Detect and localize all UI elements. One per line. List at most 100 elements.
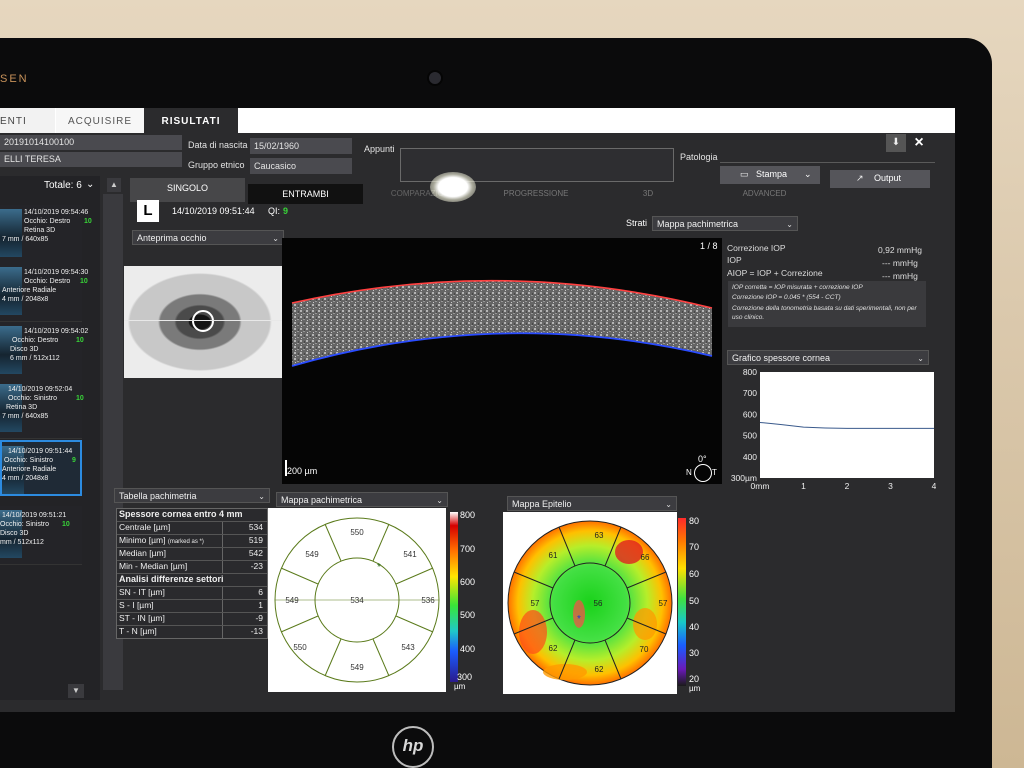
scroll-up-icon[interactable]: ▲ [107, 178, 121, 192]
y-tick-label: 400 [743, 452, 757, 462]
hp-logo: hp [392, 726, 434, 768]
epi-scale-label: 60 [689, 569, 700, 579]
x-tick-label: 2 [845, 481, 850, 491]
scan-size: 7 mm / 640x85 [2, 236, 49, 243]
pathology-field[interactable] [720, 148, 935, 163]
sector-header: Analisi differenze settori [117, 574, 267, 587]
row-value: 1 [258, 600, 263, 610]
pachy-scale-label: 400 [460, 644, 476, 654]
epi-scale-label: 50 [689, 596, 700, 606]
epi-min-marker: * [577, 614, 581, 625]
iop-note-2: Correzione IOP = 0.045 * (554 - CCT) [732, 294, 841, 301]
tab-advanced[interactable]: ADVANCED [702, 184, 827, 204]
layers-label: Strati [626, 218, 648, 228]
pachy-sector-it: 550 [293, 643, 307, 652]
epi-map-canvas: 56 63 66 57 70 62 62 57 61 * [503, 512, 677, 694]
scan-eye: Occhio: Destro [24, 218, 71, 225]
webcam [427, 70, 443, 86]
print-button[interactable]: ▭ Stampa ⌄ [720, 166, 820, 184]
pachy-sector-t: 549 [285, 596, 299, 605]
row-key: S - I [µm] [119, 600, 154, 610]
notes-label: Appunti [364, 144, 395, 154]
x-tick-label: 3 [888, 481, 893, 491]
pachy-table: Spessore cornea entro 4 mm Centrale [µm]… [116, 508, 268, 639]
table-row: T - N [µm] -13 [117, 626, 267, 638]
output-button[interactable]: ↗ Output [830, 170, 930, 188]
epi-sector-it: 62 [549, 644, 558, 653]
patient-id-field: 20191014100100 [0, 135, 182, 150]
layers-dropdown[interactable]: Mappa pachimetrica ⌄ [652, 216, 798, 231]
tab-patients[interactable]: ENTI [0, 108, 55, 133]
scan-qi: 10 [76, 395, 84, 402]
eye-preview-image [124, 266, 282, 378]
scan-item[interactable]: 14/10/2019 09:54:46 Occhio: Destro 10 Re… [0, 205, 92, 264]
scan-total-dropdown-icon[interactable]: ⌄ [86, 179, 94, 190]
scan-time: 14/10/2019 09:54:02 [24, 328, 89, 335]
chevron-down-icon: ⌄ [258, 492, 265, 501]
ethnic-group-field: Caucasico [250, 158, 352, 174]
scan-time: 14/10/2019 09:51:21 [2, 512, 67, 519]
scan-type: Retina 3D [24, 227, 56, 234]
tab-entrambi[interactable]: ENTRAMBI [248, 184, 363, 204]
pachy-scale-unit: µm [454, 682, 466, 691]
scan-eye: Occhio: Sinistro [0, 521, 50, 528]
scan-eye: Occhio: Destro [24, 278, 71, 285]
birth-date-label: Data di nascita [188, 140, 248, 150]
scroll-down-icon[interactable]: ▼ [68, 684, 84, 698]
epi-sector-i: 62 [595, 665, 604, 674]
tab-3d[interactable]: 3D [600, 184, 696, 204]
scan-size: 7 mm / 640x85 [2, 413, 49, 420]
scan-item[interactable]: 14/10/2019 09:54:02 Occhio: Destro 10 Di… [0, 322, 88, 381]
scan-eye: Occhio: Destro [12, 337, 59, 344]
epi-color-scale [678, 518, 686, 686]
pachy-map-svg: 534 550 541 536 543 549 550 549 549 * [274, 517, 440, 683]
row-note: (marked as *) [167, 539, 204, 545]
tab-acquire[interactable]: ACQUISIRE [56, 108, 144, 133]
pachy-table-dropdown[interactable]: Tabella pachimetria ⌄ [114, 488, 270, 503]
bscan-svg [291, 279, 713, 367]
pachy-map-dropdown[interactable]: Mappa pachimetrica ⌄ [276, 492, 448, 507]
row-value: 534 [248, 522, 263, 532]
row-value: 519 [248, 535, 263, 545]
pachy-scale-label: 700 [460, 544, 476, 554]
scan-datetime: 14/10/2019 09:51:44 [172, 206, 255, 216]
scan-item-selected[interactable]: 14/10/2019 09:51:44 Occhio: Sinistro 9 A… [0, 440, 82, 496]
epi-map-dropdown[interactable]: Mappa Epitelio ⌄ [507, 496, 677, 511]
orientation-t: T [712, 468, 717, 477]
scan-type: Anteriore Radiale [2, 287, 57, 294]
scan-qi: 9 [72, 457, 76, 464]
scan-type: Disco 3D [0, 530, 29, 537]
scan-item[interactable]: 14/10/2019 09:51:21 Occhio: Sinistro 10 … [0, 506, 82, 565]
scan-qi: 10 [62, 521, 70, 528]
tab-results[interactable]: RISULTATI [144, 108, 238, 133]
output-label: Output [874, 173, 902, 183]
tab-singolo[interactable]: SINGOLO [130, 178, 245, 202]
print-dropdown-icon[interactable]: ⌄ [804, 169, 812, 180]
scan-time: 14/10/2019 09:52:04 [8, 386, 73, 393]
pachy-sector-n: 536 [421, 596, 435, 605]
scan-type: Anteriore Radiale [2, 466, 57, 473]
row-key: Minimo [µm] (marked as *) [119, 535, 204, 545]
thickness-chart: 300µm4005006007008000mm 1 2 3 4 [731, 367, 936, 491]
row-key: SN - IT [µm] [119, 587, 165, 597]
iop-value: --- mmHg [882, 258, 918, 268]
chevron-down-icon: ⌄ [917, 354, 924, 363]
pachy-sector-sn: 541 [403, 550, 417, 559]
scan-item[interactable]: 14/10/2019 09:52:04 Occhio: Sinistro 10 … [0, 380, 84, 439]
x-tick-label: 4 [932, 481, 936, 491]
scan-qi: 10 [76, 337, 84, 344]
row-key: ST - IN [µm] [119, 613, 165, 623]
tab-progressione[interactable]: PROGRESSIONE [480, 184, 592, 204]
scan-item[interactable]: 14/10/2019 09:54:30 Occhio: Destro 10 An… [0, 263, 88, 322]
preview-dropdown[interactable]: Anteprima occhio ⌄ [132, 230, 284, 245]
thickness-chart-dropdown[interactable]: Grafico spessore cornea ⌄ [727, 350, 929, 365]
print-icon: ▭ [740, 169, 749, 179]
epi-scale-unit: µm [689, 684, 701, 693]
chevron-down-icon: ⌄ [786, 220, 793, 229]
epi-map-svg: 56 63 66 57 70 62 62 57 61 * [507, 520, 673, 686]
pachy-min-marker: * [377, 562, 381, 573]
epi-scale-label: 80 [689, 516, 700, 526]
epi-sector-st: 61 [549, 551, 558, 560]
epi-scale-label: 40 [689, 622, 700, 632]
iop-correction-value: 0,92 mmHg [878, 245, 922, 255]
